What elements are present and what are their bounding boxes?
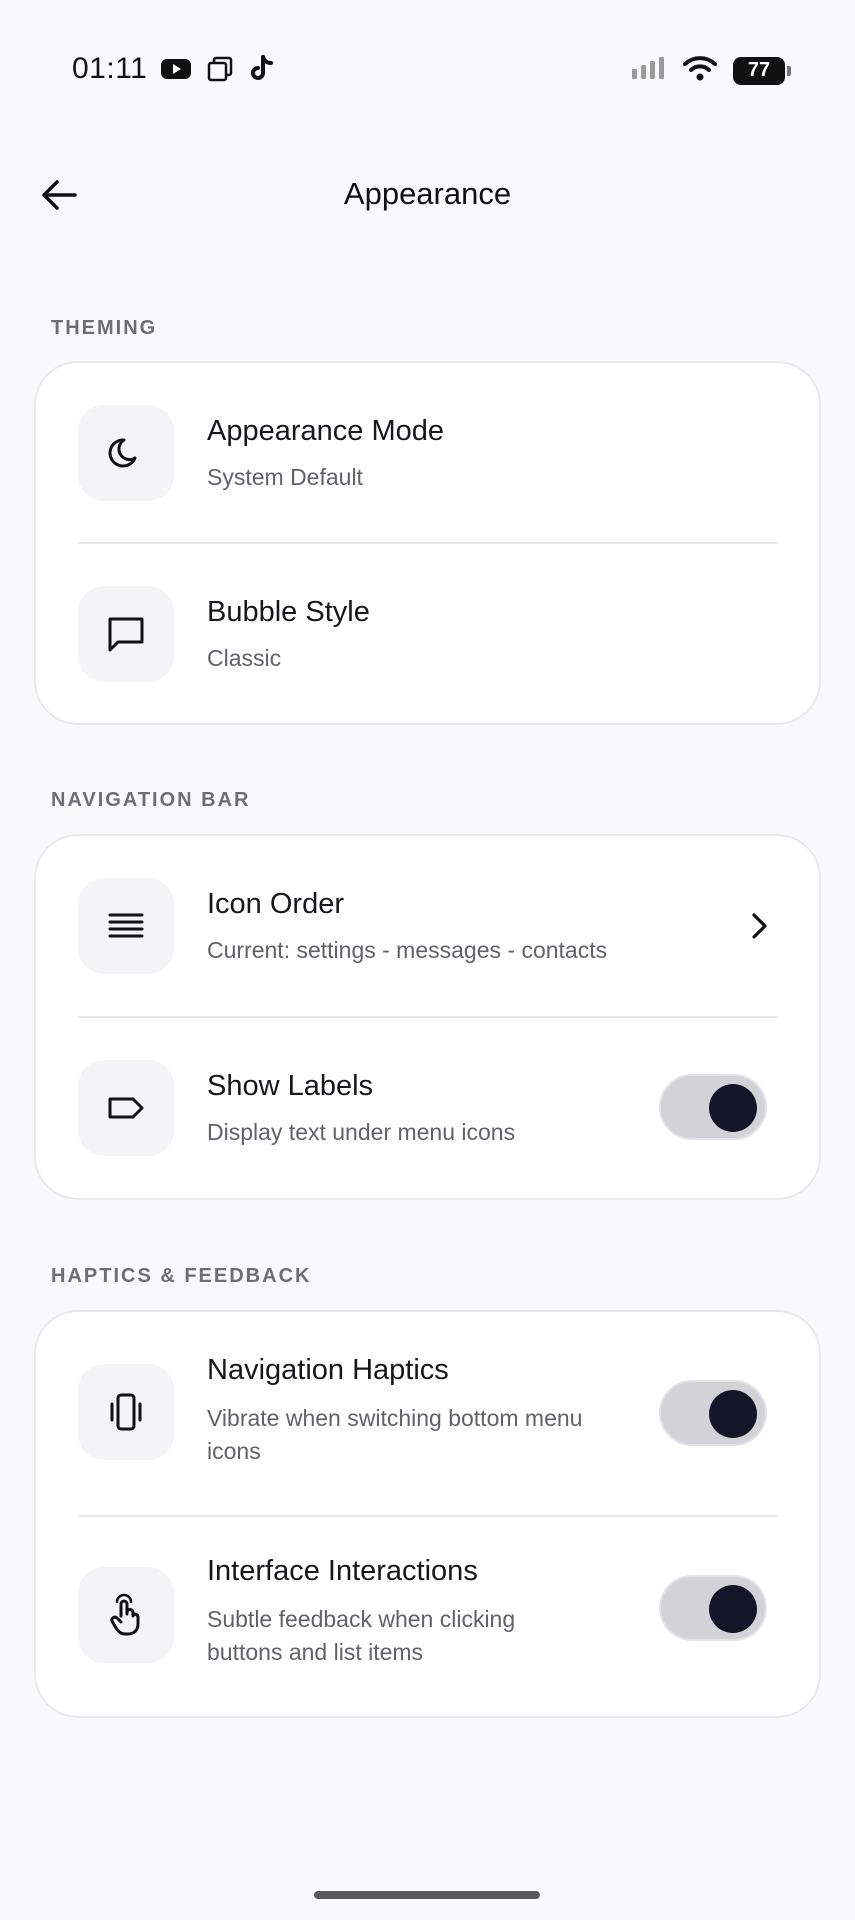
theming-card: Appearance Mode System Default Bubble St… (34, 361, 821, 725)
icon-order-row[interactable]: Icon Order Current: settings - messages … (36, 836, 819, 1016)
icon-order-title: Icon Order (207, 888, 344, 920)
navigation-haptics-toggle[interactable] (659, 1380, 767, 1446)
show-labels-row[interactable]: Show Labels Display text under menu icon… (36, 1018, 819, 1200)
bubble-style-icon-tile (78, 586, 174, 682)
appearance-mode-row[interactable]: Appearance Mode System Default (36, 363, 819, 543)
list-icon (108, 913, 144, 938)
system-indicators: 77 (631, 54, 791, 87)
home-indicator[interactable] (314, 1891, 540, 1899)
interface-interactions-description-line2: buttons and list items (207, 1639, 424, 1665)
navigation-haptics-description-line2: icons (207, 1438, 261, 1464)
top-app-bar: Appearance (0, 150, 855, 240)
toggle-knob (709, 1084, 757, 1132)
toggle-knob (709, 1585, 757, 1633)
signal-icon (631, 55, 667, 86)
interface-interactions-title: Interface Interactions (207, 1555, 478, 1587)
show-labels-icon-tile (78, 1060, 174, 1156)
battery-icon: 77 (733, 56, 791, 85)
status-time: 01:11 (72, 52, 148, 85)
navigation-haptics-row[interactable]: Navigation Haptics Vibrate when switchin… (36, 1312, 819, 1516)
section-label-navigation-bar: NAVIGATION BAR (51, 789, 251, 811)
section-label-haptics-feedback: HAPTICS & FEEDBACK (51, 1265, 312, 1287)
appearance-mode-icon-tile (78, 405, 174, 501)
interface-interactions-description-line1: Subtle feedback when clicking (207, 1606, 516, 1632)
navigation-bar-card: Icon Order Current: settings - messages … (34, 834, 821, 1200)
bubble-style-title: Bubble Style (207, 596, 370, 628)
wifi-icon (683, 54, 717, 87)
youtube-icon (160, 57, 192, 86)
bubble-style-value: Classic (207, 645, 282, 671)
tag-icon (108, 1097, 144, 1119)
show-labels-title: Show Labels (207, 1070, 374, 1102)
appearance-mode-value: System Default (207, 464, 363, 490)
navigation-haptics-description-line1: Vibrate when switching bottom menu (207, 1405, 583, 1431)
show-labels-description: Display text under menu icons (207, 1119, 516, 1145)
toggle-knob (709, 1390, 757, 1438)
navigation-haptics-icon-tile (78, 1364, 174, 1460)
status-bar: 01:11 77 (0, 0, 855, 140)
interface-interactions-icon-tile (78, 1567, 174, 1663)
battery-level: 77 (747, 59, 771, 81)
interface-interactions-toggle[interactable] (659, 1575, 767, 1641)
page-title: Appearance (343, 176, 512, 211)
navigation-haptics-title: Navigation Haptics (207, 1354, 449, 1386)
vibrate-icon (110, 1393, 142, 1431)
icon-order-icon-tile (78, 878, 174, 974)
appearance-settings-screen: 01:11 77 Appearance THEMING Appearance M… (0, 0, 855, 1920)
tiktok-icon (248, 54, 276, 89)
copy-icon (206, 55, 234, 88)
chat-bubble-icon (108, 617, 144, 652)
notification-icons (160, 54, 276, 89)
bubble-style-row[interactable]: Bubble Style Classic (36, 544, 819, 725)
moon-icon (108, 438, 137, 468)
section-label-theming: THEMING (51, 317, 158, 339)
appearance-mode-title: Appearance Mode (207, 415, 444, 447)
haptics-feedback-card: Navigation Haptics Vibrate when switchin… (34, 1310, 821, 1718)
show-labels-toggle[interactable] (659, 1074, 767, 1140)
tap-hand-icon (110, 1593, 140, 1636)
icon-order-value: Current: settings - messages - contacts (207, 937, 608, 963)
interface-interactions-row[interactable]: Interface Interactions Subtle feedback w… (36, 1517, 819, 1717)
chevron-right-icon (739, 906, 779, 946)
